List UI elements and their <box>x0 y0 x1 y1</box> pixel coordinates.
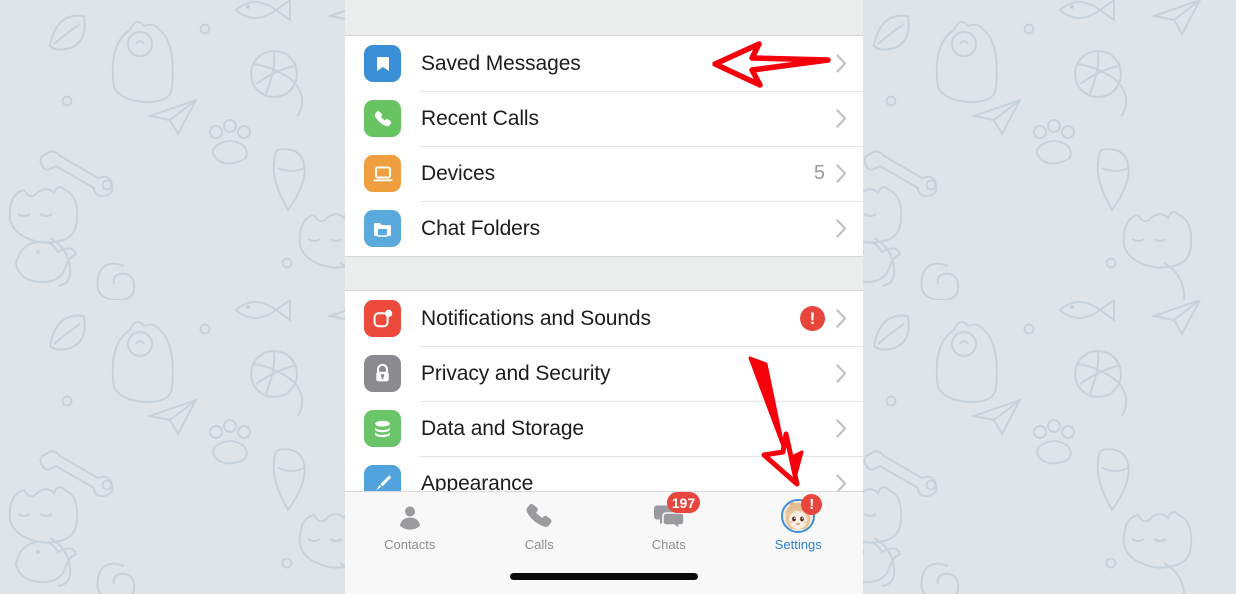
tab-list: Contacts Calls 197 Chats ! Settings <box>345 492 863 562</box>
settings-row-privacy-and-security[interactable]: Privacy and Security <box>345 346 863 401</box>
row-label: Notifications and Sounds <box>421 306 651 330</box>
section-spacer-middle <box>345 256 863 291</box>
chevron-right-icon <box>836 364 847 383</box>
row-accessory <box>836 219 863 238</box>
settings-row-saved-messages[interactable]: Saved Messages <box>345 36 863 91</box>
laptop-icon <box>364 155 401 192</box>
row-accessory <box>836 364 863 383</box>
home-indicator <box>510 573 698 580</box>
settings-row-recent-calls[interactable]: Recent Calls <box>345 91 863 146</box>
settings-section-account: Saved Messages Recent Calls Devices 5 Ch… <box>345 36 863 256</box>
row-accessory <box>836 109 863 128</box>
avatar-icon: ! <box>780 494 823 534</box>
database-icon <box>364 410 401 447</box>
chevron-right-icon <box>836 309 847 328</box>
row-value: 5 <box>813 162 825 184</box>
phone-screen: Saved Messages Recent Calls Devices 5 Ch… <box>345 0 863 594</box>
row-label: Chat Folders <box>421 216 541 240</box>
bookmark-icon <box>364 45 401 82</box>
settings-alert-badge: ! <box>801 494 823 515</box>
chats-icon: 197 <box>651 492 701 534</box>
settings-row-chat-folders[interactable]: Chat Folders <box>345 201 863 256</box>
row-label: Devices <box>421 161 495 185</box>
chevron-right-icon <box>836 419 847 438</box>
row-accessory <box>836 419 863 438</box>
row-label: Privacy and Security <box>421 361 611 385</box>
notification-icon <box>364 300 401 337</box>
chevron-right-icon <box>836 219 847 238</box>
tab-chats[interactable]: 197 Chats <box>604 492 734 562</box>
chevron-right-icon <box>836 164 847 183</box>
bottom-tab-bar: Contacts Calls 197 Chats ! Settings <box>345 491 863 594</box>
status-badge: ! <box>800 306 825 331</box>
chevron-right-icon <box>836 54 847 73</box>
row-accessory: ! <box>800 306 863 331</box>
phone-icon <box>364 100 401 137</box>
lock-icon <box>364 355 401 392</box>
row-label: Data and Storage <box>421 416 585 440</box>
tab-settings[interactable]: ! Settings <box>734 494 864 562</box>
folder-icon <box>364 210 401 247</box>
unread-count-badge: 197 <box>666 492 701 513</box>
contacts-icon <box>392 498 428 534</box>
row-accessory <box>836 54 863 73</box>
section-spacer-top <box>345 0 863 36</box>
settings-row-notifications-and-sounds[interactable]: Notifications and Sounds ! <box>345 291 863 346</box>
tab-contacts[interactable]: Contacts <box>345 498 475 562</box>
screenshot-root: Saved Messages Recent Calls Devices 5 Ch… <box>0 0 1236 594</box>
tab-label: Calls <box>524 537 554 552</box>
row-label: Recent Calls <box>421 106 539 130</box>
settings-row-devices[interactable]: Devices 5 <box>345 146 863 201</box>
tab-label: Contacts <box>384 537 436 552</box>
settings-section-preferences: Notifications and Sounds ! Privacy and S… <box>345 291 863 511</box>
chevron-right-icon <box>836 109 847 128</box>
calls-icon <box>521 498 557 534</box>
tab-label: Chats <box>651 537 686 552</box>
tab-label: Settings <box>774 537 822 552</box>
settings-row-data-and-storage[interactable]: Data and Storage <box>345 401 863 456</box>
row-accessory: 5 <box>814 162 863 185</box>
row-label: Saved Messages <box>421 51 581 75</box>
tab-calls[interactable]: Calls <box>475 498 605 562</box>
avatar: ! <box>781 494 823 533</box>
